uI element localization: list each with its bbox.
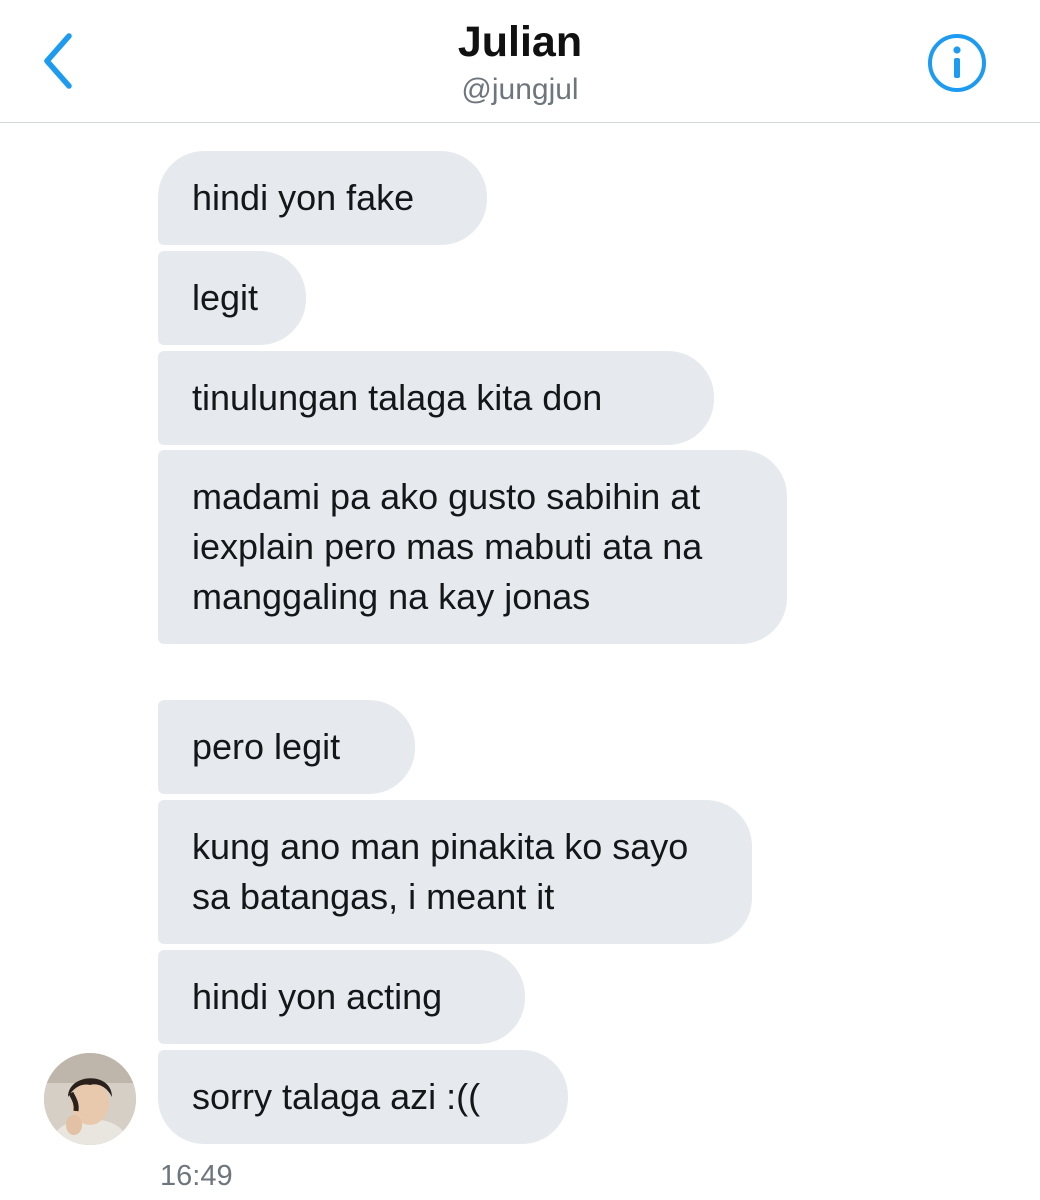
message-bubble[interactable]: hindi yon fake [158, 151, 487, 245]
conversation-header: Julian @jungjul [0, 0, 1040, 123]
message-bubble[interactable]: pero legit [158, 700, 415, 794]
info-circle-icon [928, 34, 986, 92]
message-timestamp: 16:49 [160, 1160, 233, 1192]
contact-name: Julian [457, 18, 583, 66]
conversation-title[interactable]: Julian @jungjul [0, 14, 1040, 110]
dm-conversation-screen: Julian @jungjul hindi yon fake legit tin… [0, 0, 1040, 1200]
contact-handle: @jungjul [461, 73, 579, 106]
message-list[interactable]: hindi yon fake legit tinulungan talaga k… [0, 123, 1040, 1200]
message-bubble[interactable]: legit [158, 251, 306, 345]
message-bubble[interactable]: madami pa ako gusto sabihin at iexplain … [158, 450, 787, 644]
message-bubble[interactable]: hindi yon acting [158, 950, 525, 1044]
message-bubble[interactable]: sorry talaga azi :(( [158, 1050, 568, 1144]
message-bubble[interactable]: kung ano man pinakita ko sayo sa batanga… [158, 800, 752, 944]
avatar-photo [44, 1053, 136, 1145]
avatar[interactable] [44, 1053, 136, 1145]
message-bubble[interactable]: tinulungan talaga kita don [158, 351, 714, 445]
info-button[interactable] [924, 30, 990, 96]
